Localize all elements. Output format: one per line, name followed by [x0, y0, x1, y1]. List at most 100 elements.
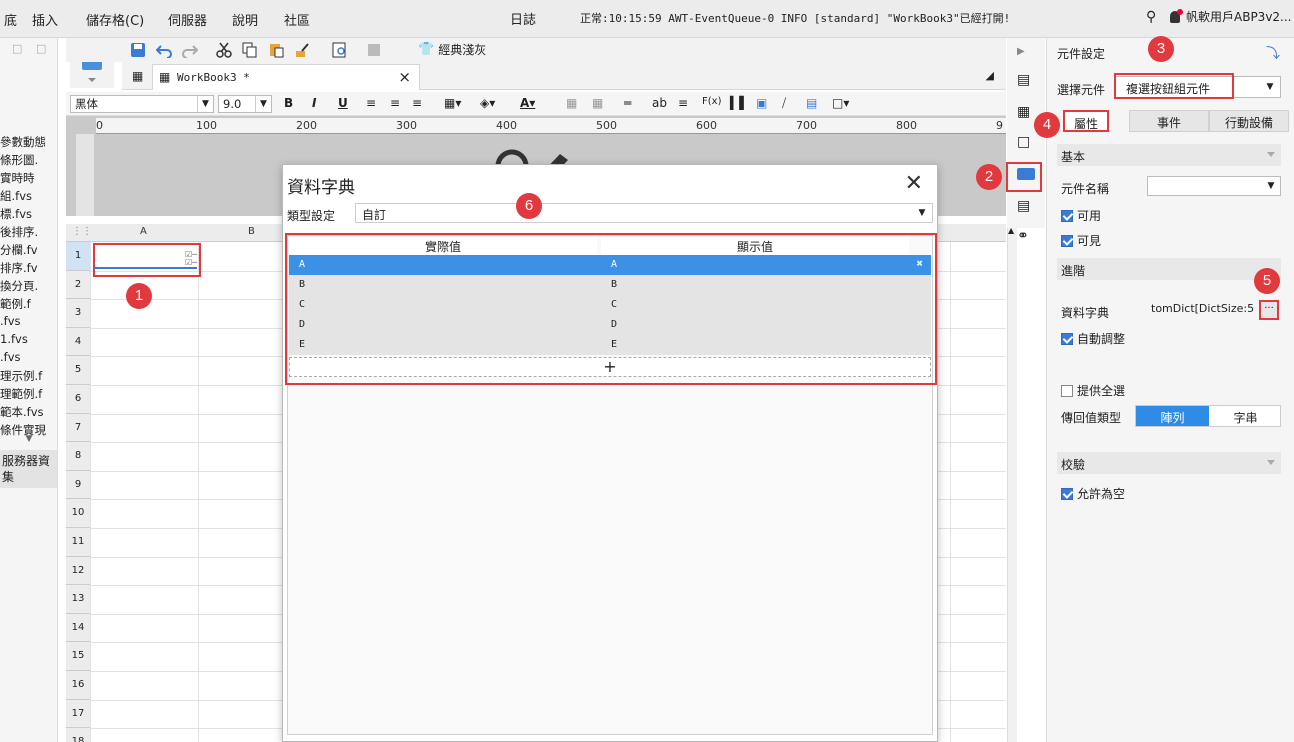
paragraph-icon[interactable]: ≡ [678, 96, 688, 110]
row-header[interactable]: 6 [66, 385, 90, 414]
file-item[interactable]: 標.fvs [0, 206, 32, 222]
save-icon[interactable] [130, 42, 146, 58]
vertical-scrollbar[interactable]: ▲ [1007, 224, 1017, 742]
frame-icon[interactable]: □ [1017, 134, 1033, 150]
format-painter-icon[interactable] [294, 42, 310, 58]
align-center-icon[interactable]: ≡ [390, 96, 400, 110]
size-select[interactable]: 9.0 ▼ [218, 95, 272, 113]
file-item[interactable]: 組.fvs [0, 188, 32, 204]
align-right-icon[interactable]: ≡ [412, 96, 422, 110]
checkbox-checked[interactable] [1061, 332, 1073, 345]
menu-cell[interactable]: 儲存格(C) [86, 10, 144, 29]
tab-workbook3[interactable]: ▦ WorkBook3 * × [152, 64, 420, 90]
return-string-button[interactable]: 字串 [1209, 406, 1282, 426]
row-header[interactable]: 7 [66, 413, 90, 443]
undo-icon[interactable] [156, 42, 172, 58]
row-header[interactable]: 8 [66, 442, 90, 471]
chart-icon[interactable]: ▍▌ [730, 96, 748, 110]
tab-events[interactable]: 事件 [1129, 110, 1209, 132]
subreport-icon[interactable]: ▤ [806, 96, 817, 110]
checkbox-unchecked[interactable] [1061, 384, 1073, 397]
tab-mobile[interactable]: 行動設備 [1209, 110, 1289, 132]
ab-button[interactable]: ab [652, 96, 667, 110]
server-dataset-section[interactable]: 服務器資 集 [0, 450, 57, 488]
border-icon[interactable]: ▦▾ [444, 96, 461, 110]
file-item[interactable]: 換分頁. [0, 278, 38, 294]
collapse-icon[interactable]: ▼ [0, 434, 57, 448]
search-icon[interactable]: ⚲ [1146, 9, 1156, 25]
layout-icon[interactable]: ▤ [1017, 72, 1033, 88]
paste-icon[interactable] [268, 42, 284, 58]
file-item[interactable]: .fvs [0, 314, 21, 328]
widget-name-input[interactable]: ▼ [1147, 176, 1281, 196]
row-header[interactable]: 12 [66, 556, 90, 586]
select-all-checkbox[interactable]: 提供全選 [1061, 382, 1125, 399]
row-header[interactable]: 18 [66, 728, 90, 742]
row-header[interactable]: 10 [66, 499, 90, 528]
checkbox-checked[interactable] [1061, 234, 1073, 247]
menu-help[interactable]: 說明 [232, 10, 258, 29]
type-select[interactable]: 自訂 ▼ [355, 203, 933, 223]
row-header[interactable]: 16 [66, 671, 90, 700]
redo-icon[interactable] [182, 42, 198, 58]
file-item[interactable]: 範例.f [0, 296, 31, 312]
font-color-icon[interactable]: A▾ [520, 96, 535, 110]
row-header[interactable]: 5 [66, 356, 90, 385]
file-item[interactable]: 排序.fv [0, 260, 38, 276]
grid-icon[interactable]: ▦ [132, 69, 143, 83]
checkbox-checked[interactable] [1061, 487, 1073, 500]
link-icon[interactable]: ⚭ [1017, 228, 1033, 244]
close-icon[interactable]: × [398, 68, 411, 86]
section-validate[interactable]: 校驗 [1057, 452, 1281, 474]
dropdown-icon[interactable]: ◢ [986, 69, 994, 82]
file-item[interactable]: 理範例.f [0, 386, 42, 402]
col-header-b[interactable]: B [248, 226, 255, 237]
file-item[interactable]: 範本.fvs [0, 404, 44, 420]
more-icon[interactable]: □▾ [832, 96, 849, 110]
menu-community[interactable]: 社區 [284, 10, 310, 29]
row-header[interactable]: 11 [66, 528, 90, 557]
file-item[interactable]: .fvs [0, 350, 21, 364]
copy-icon[interactable]: □ [36, 42, 46, 55]
copy-icon[interactable] [242, 42, 258, 58]
formula-button[interactable]: F(x) [702, 96, 721, 107]
auto-adjust-checkbox[interactable]: 自動調整 [1061, 330, 1125, 347]
file-item[interactable]: 實時時 [0, 170, 35, 186]
underline-button[interactable]: U [338, 96, 348, 110]
checkbox-checked[interactable] [1061, 209, 1073, 222]
enabled-checkbox[interactable]: 可用 [1061, 207, 1101, 224]
menu-insert[interactable]: 插入 [32, 10, 58, 29]
condition-icon[interactable]: ▤ [1017, 198, 1033, 214]
italic-button[interactable]: I [312, 96, 316, 110]
font-select[interactable]: 黑体 ▼ [70, 95, 214, 113]
section-advanced[interactable]: 進階 [1057, 258, 1281, 280]
dictionary-edit-button[interactable]: ··· [1259, 300, 1279, 320]
image-icon[interactable]: ▣ [756, 96, 767, 110]
allow-empty-checkbox[interactable]: 允許為空 [1061, 485, 1125, 502]
row-header[interactable]: 2 [66, 270, 90, 300]
file-item[interactable]: 條形圖. [0, 152, 38, 168]
cut-icon[interactable] [216, 42, 232, 58]
tab-attributes[interactable]: 屬性 [1063, 110, 1109, 132]
slash-icon[interactable]: ⧸ [782, 96, 786, 111]
align-left-icon[interactable]: ≡ [366, 96, 376, 110]
row-header[interactable]: 14 [66, 613, 90, 643]
log-label[interactable]: 日誌 [510, 9, 536, 28]
text-field-icon[interactable]: ═ [624, 96, 631, 110]
row-header[interactable]: 13 [66, 585, 90, 614]
preview-icon[interactable] [332, 42, 348, 58]
fill-color-icon[interactable]: ◈▾ [480, 96, 495, 110]
file-item[interactable]: 分欄.fv [0, 242, 38, 258]
bell-icon[interactable] [1170, 8, 1183, 23]
menu-server[interactable]: 伺服器 [168, 10, 207, 29]
file-item[interactable]: 參數動態 [0, 134, 46, 150]
theme-button[interactable]: 👕 經典淺灰 [418, 41, 486, 58]
file-item[interactable]: 後排序. [0, 224, 38, 240]
col-header-a[interactable]: A [140, 226, 147, 237]
return-array-button[interactable]: 陣列 [1136, 406, 1209, 426]
row-header[interactable]: 4 [66, 327, 90, 357]
user-menu[interactable]: 帆軟用戶ABP3v2... [1170, 8, 1292, 25]
expand-icon[interactable]: ▶ [1017, 46, 1033, 62]
trash-icon[interactable]: □ [12, 42, 22, 55]
row-header[interactable]: 1 [66, 242, 90, 271]
